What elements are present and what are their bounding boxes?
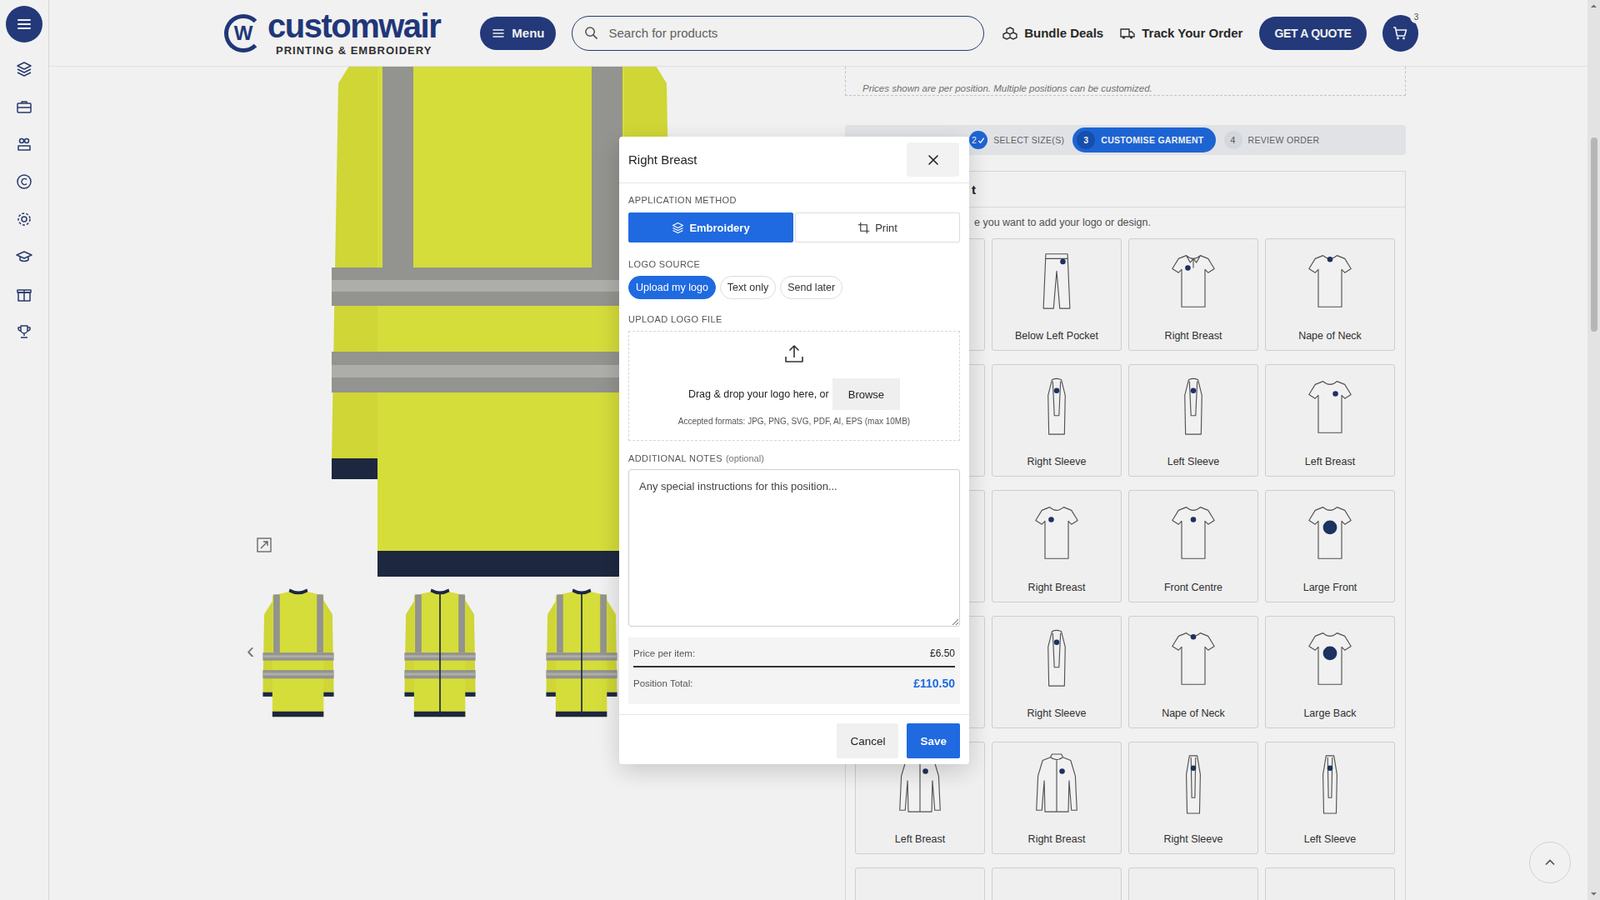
upload-prompt: Drag & drop your logo here, or (688, 388, 830, 400)
price-per-item-label: Price per item: (633, 648, 695, 659)
upload-dropzone[interactable]: Drag & drop your logo here, or Browse Ac… (628, 330, 960, 441)
close-button[interactable] (906, 142, 960, 177)
dialog-button[interactable]: Save (906, 723, 960, 759)
logo-source-chip[interactable]: Text only (720, 275, 776, 300)
browse-button[interactable]: Browse (832, 378, 900, 410)
position-total-label: Position Total: (633, 678, 693, 689)
crop-icon (857, 221, 870, 235)
logo-source-label: LOGO SOURCE (628, 259, 960, 270)
application-method-toggle: Embroidery Print (628, 212, 960, 243)
logo-source-options: Upload my logoText onlySend later (628, 275, 960, 300)
position-total: £110.50 (913, 676, 955, 690)
notes-textarea[interactable] (628, 469, 960, 627)
notes-label: ADDITIONAL NOTES (optional) (628, 453, 960, 465)
logo-source-chip[interactable]: Upload my logo (628, 275, 716, 300)
accepted-formats: Accepted formats: JPG, PNG, SVG, PDF, AI… (678, 416, 910, 426)
dialog-title: Right Breast (628, 152, 698, 167)
application-method-option[interactable]: Print (795, 212, 960, 243)
application-method-option[interactable]: Embroidery (628, 212, 794, 243)
position-dialog: Right Breast APPLICATION METHOD Embroide… (619, 136, 970, 765)
previous-arrow[interactable]: ‹ (246, 638, 255, 664)
logo-source-chip[interactable]: Send later (780, 275, 843, 300)
application-method-label: APPLICATION METHOD (628, 195, 960, 206)
upload-label: UPLOAD LOGO FILE (628, 314, 960, 325)
layers-icon (671, 221, 685, 235)
upload-icon (783, 343, 805, 365)
close-icon (926, 153, 940, 167)
price-summary: Price per item: £6.50 Position Total: £1… (628, 637, 960, 705)
dialog-button[interactable]: Cancel (836, 723, 899, 759)
price-per-item: £6.50 (930, 647, 955, 660)
